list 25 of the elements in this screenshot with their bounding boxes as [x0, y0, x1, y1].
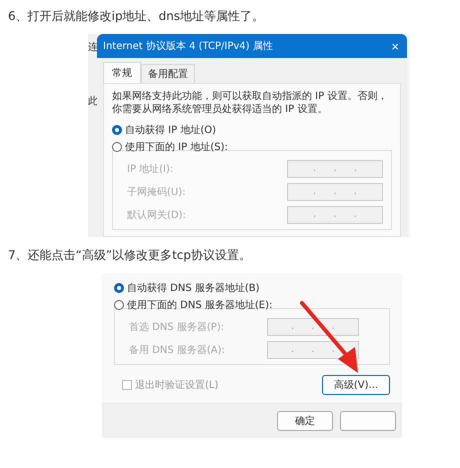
radio-label: 使用下面的 DNS 服务器地址(E): [127, 298, 272, 312]
ok-button[interactable]: 确定 [277, 411, 333, 431]
radio-label: 自动获得 DNS 服务器地址(B) [127, 282, 260, 294]
radio-button[interactable] [114, 282, 124, 292]
advanced-button[interactable]: 高级(V)... [322, 375, 390, 395]
checkbox-label: 退出时验证设置(L) [135, 378, 218, 392]
radio-button[interactable] [112, 142, 122, 152]
description-text: 如果网络支持此功能，则可以获取自动指派的 IP 设置。否则，你需要从网络系统管理员处获得适当的 IP 设置。 [112, 90, 388, 116]
field-label: 默认网关(D): [127, 208, 186, 222]
window-title: Internet 协议版本 4 (TCP/IPv4) 属性 [103, 40, 273, 53]
radio-label: 使用下面的 IP 地址(S): [125, 140, 228, 154]
pointer-arrow [300, 301, 358, 373]
field-label: 首选 DNS 服务器(P): [129, 320, 224, 334]
field-label: 备用 DNS 服务器(A): [129, 344, 225, 356]
window-label: 连 [88, 41, 97, 54]
step-heading: 6、打开后就能修改ip地址、dns地址等属性了。 [7, 8, 266, 24]
radio-button[interactable] [112, 124, 122, 134]
radio-label: 自动获得 IP 地址(O) [125, 124, 216, 136]
close-button[interactable]: × [389, 40, 401, 52]
radio-button[interactable] [114, 300, 124, 310]
tab[interactable]: 备用配置 [141, 64, 195, 83]
field-label: 子网掩码(U): [127, 186, 186, 198]
step-heading: 7、还能点击“高级”以修改更多tcp协议设置。 [7, 247, 252, 263]
field-label: IP 地址(I): [127, 162, 174, 176]
tab[interactable]: 常规 [103, 62, 141, 83]
